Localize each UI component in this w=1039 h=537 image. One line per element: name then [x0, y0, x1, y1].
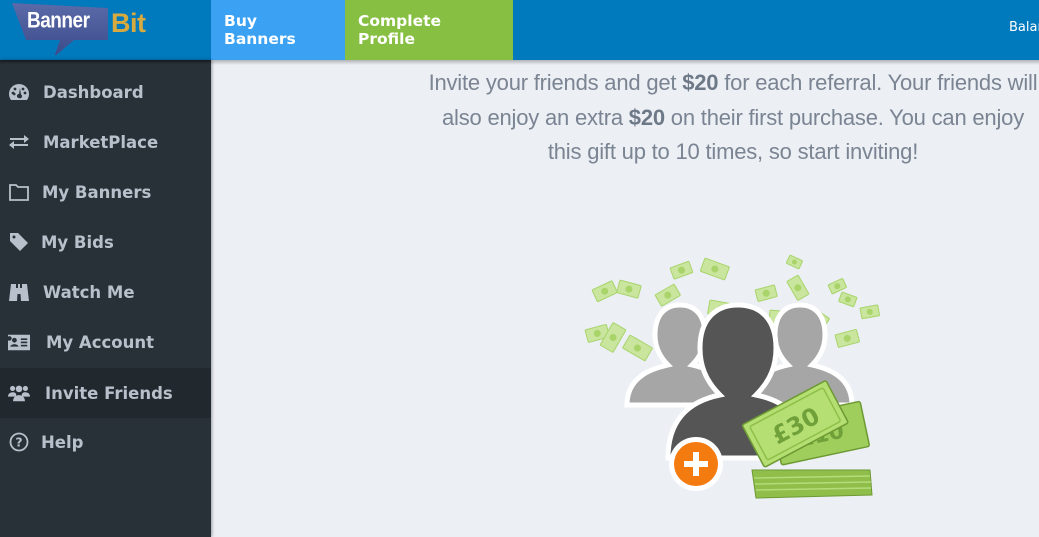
main-content: Invite your friends and get $20 for each… — [211, 60, 1039, 537]
exchange-arrows-icon — [8, 131, 30, 153]
dashboard-gauge-icon — [8, 81, 30, 103]
add-friend-plus-icon — [669, 437, 723, 491]
complete-profile-button[interactable]: Complete Profile — [345, 0, 513, 60]
users-icon — [8, 382, 30, 404]
question-circle-icon: ? — [8, 431, 30, 453]
top-bar: Banner Bit Buy Banners Complete Profile … — [0, 0, 1039, 60]
sidebar-item-label: MarketPlace — [43, 132, 159, 152]
sidebar-item-invite-friends[interactable]: Invite Friends — [0, 368, 211, 418]
sidebar-item-watch-me[interactable]: Watch Me — [0, 267, 211, 317]
intro-text-part: Invite your friends and get — [428, 70, 683, 95]
balance-label: Balar — [1009, 20, 1039, 35]
logo-text-banner: Banner — [27, 9, 90, 34]
buy-banners-button[interactable]: Buy Banners — [211, 0, 345, 60]
id-card-icon — [8, 331, 30, 353]
sidebar-item-my-bids[interactable]: My Bids — [0, 217, 211, 267]
sidebar-item-label: Dashboard — [43, 82, 144, 102]
referral-intro-text: Invite your friends and get $20 for each… — [427, 66, 1039, 170]
logo-text-bit: Bit — [111, 8, 146, 38]
sidebar-item-label: Watch Me — [43, 282, 135, 302]
top-nav: Buy Banners Complete Profile — [211, 0, 513, 60]
bannerbit-logo[interactable]: Banner Bit — [0, 0, 211, 60]
sidebar: Dashboard MarketPlace My Banners My Bids… — [0, 60, 211, 537]
binoculars-icon — [8, 281, 30, 303]
sidebar-item-label: Invite Friends — [45, 383, 173, 403]
tag-icon — [8, 231, 30, 253]
svg-text:?: ? — [15, 435, 22, 450]
invite-friends-illustration: £10 £30 — [584, 254, 880, 499]
sidebar-item-marketplace[interactable]: MarketPlace — [0, 117, 211, 167]
folder-icon — [8, 181, 30, 203]
sidebar-item-label: My Banners — [42, 182, 152, 202]
sidebar-item-my-banners[interactable]: My Banners — [0, 167, 211, 217]
sidebar-item-my-account[interactable]: My Account — [0, 317, 211, 367]
sidebar-item-help[interactable]: ? Help — [0, 417, 211, 467]
sidebar-item-label: My Account — [46, 332, 154, 352]
sidebar-item-label: Help — [41, 432, 84, 452]
friend-bonus-amount: $20 — [628, 104, 665, 130]
referral-bonus-amount: $20 — [682, 70, 719, 95]
sidebar-item-label: My Bids — [41, 232, 114, 252]
sidebar-item-dashboard[interactable]: Dashboard — [0, 67, 211, 117]
